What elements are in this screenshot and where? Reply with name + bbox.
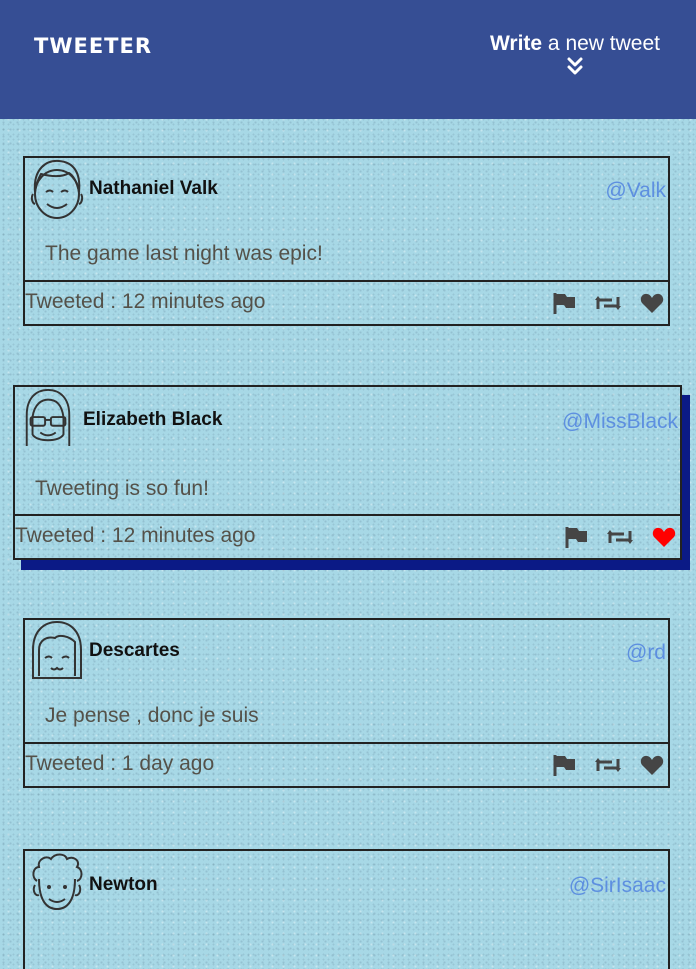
- tweet-header: Newton @SirIsaac: [25, 851, 668, 911]
- tweet-content: Je pense , donc je suis: [45, 704, 259, 727]
- write-new-tweet-button[interactable]: Write a new tweet: [490, 32, 660, 76]
- woman-sunglasses-avatar-icon: [25, 388, 71, 447]
- flag-icon[interactable]: [564, 526, 588, 548]
- tweet-header: Elizabeth Black @MissBlack: [15, 387, 680, 447]
- tweet-footer: Tweeted : 12 minutes ago: [15, 514, 680, 558]
- tweet-card: Newton @SirIsaac: [23, 849, 670, 969]
- tweet-actions: [552, 754, 664, 776]
- tweet-timestamp: Tweeted : 1 day ago: [25, 752, 215, 775]
- navbar: TWEETER Write a new tweet: [0, 0, 696, 119]
- user-name[interactable]: Newton: [89, 874, 158, 896]
- tweet-actions: [552, 292, 664, 314]
- write-new-tweet-label: Write a new tweet: [490, 32, 660, 56]
- retweet-icon[interactable]: [594, 754, 622, 776]
- tweet-header: Descartes @rd: [25, 620, 668, 680]
- tweet-footer: Tweeted : 12 minutes ago: [25, 280, 668, 324]
- curly-hair-man-avatar-icon: [32, 853, 83, 911]
- tweet-card: Elizabeth Black @MissBlack Tweeting is s…: [13, 385, 682, 560]
- user-handle[interactable]: @rd: [626, 641, 666, 665]
- user-name[interactable]: Elizabeth Black: [83, 409, 222, 431]
- tweet-card: Nathaniel Valk @Valk The game last night…: [23, 156, 670, 326]
- tweet-card: Descartes @rd Je pense , donc je suis Tw…: [23, 618, 670, 788]
- flag-icon[interactable]: [552, 754, 576, 776]
- retweet-icon[interactable]: [606, 526, 634, 548]
- user-name[interactable]: Nathaniel Valk: [89, 178, 218, 200]
- heart-icon[interactable]: [640, 292, 664, 314]
- user-handle[interactable]: @MissBlack: [562, 410, 678, 434]
- retweet-icon[interactable]: [594, 292, 622, 314]
- flag-icon[interactable]: [552, 292, 576, 314]
- double-chevron-down-icon: [567, 57, 583, 75]
- brand-logo: TWEETER: [34, 34, 153, 58]
- heart-icon[interactable]: [640, 754, 664, 776]
- tweet-actions: [564, 526, 676, 548]
- write-label-bold: Write: [489, 32, 543, 55]
- user-handle[interactable]: @SirIsaac: [569, 874, 666, 898]
- tweet-timestamp: Tweeted : 12 minutes ago: [25, 290, 266, 313]
- woman-bob-hair-avatar-icon: [32, 620, 82, 679]
- heart-liked-icon[interactable]: [652, 526, 676, 548]
- write-label-rest: a new tweet: [542, 32, 660, 55]
- smiling-man-avatar-icon: [30, 159, 84, 219]
- tweet-timestamp: Tweeted : 12 minutes ago: [15, 524, 256, 547]
- tweet-footer: Tweeted : 1 day ago: [25, 742, 668, 786]
- user-name[interactable]: Descartes: [89, 640, 180, 662]
- tweet-content: Tweeting is so fun!: [35, 477, 209, 500]
- user-handle[interactable]: @Valk: [605, 179, 666, 203]
- tweet-header: Nathaniel Valk @Valk: [25, 158, 668, 219]
- tweet-content: The game last night was epic!: [45, 242, 323, 265]
